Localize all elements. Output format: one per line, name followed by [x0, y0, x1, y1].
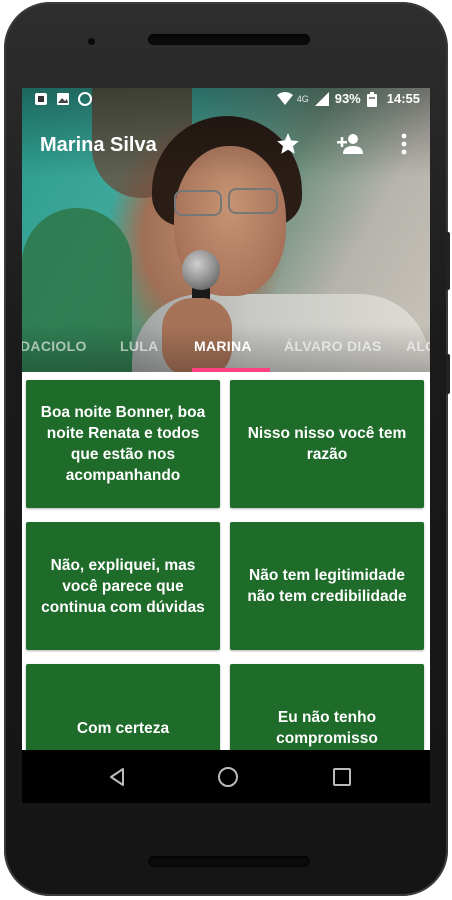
battery-icon: [366, 91, 381, 107]
earpiece-speaker: [148, 34, 310, 45]
tab-daciolo[interactable]: DACIOLO: [22, 338, 87, 354]
volume-button: [446, 232, 450, 290]
header-photo: 4G 93% 14:55 Marina Silva DACIOLO LULA M…: [22, 88, 430, 372]
candidate-tabs: DACIOLO LULA MARINA ÁLVARO DIAS ALC: [22, 338, 430, 362]
app-screen: 4G 93% 14:55 Marina Silva DACIOLO LULA M…: [22, 88, 430, 803]
favorite-button[interactable]: [272, 128, 304, 160]
recents-button[interactable]: [327, 762, 357, 792]
image-icon: [56, 92, 70, 106]
status-bar: 4G 93% 14:55: [22, 88, 430, 112]
page-title: Marina Silva: [40, 134, 157, 156]
toolbar: Marina Silva: [22, 128, 430, 164]
add-contact-button[interactable]: [334, 128, 366, 160]
home-button[interactable]: [213, 762, 243, 792]
glasses-right: [228, 188, 278, 214]
sound-card[interactable]: Não tem legitimidade não tem credibilida…: [230, 522, 424, 650]
tab-marina[interactable]: MARINA: [194, 338, 252, 354]
wifi-icon: [276, 91, 293, 106]
sound-card[interactable]: Nisso nisso você tem razão: [230, 380, 424, 508]
recents-icon: [333, 768, 351, 786]
network-type: 4G: [296, 93, 309, 104]
back-button[interactable]: [102, 762, 132, 792]
bottom-speaker: [148, 856, 310, 867]
tab-lula[interactable]: LULA: [120, 338, 159, 354]
front-camera: [88, 38, 95, 45]
sound-card[interactable]: Boa noite Bonner, boa noite Renata e tod…: [26, 380, 220, 508]
microphone: [182, 250, 220, 290]
star-icon: [277, 133, 299, 154]
overflow-menu-button[interactable]: [388, 128, 420, 160]
cell-signal-icon: [314, 91, 329, 106]
tab-alvaro-dias[interactable]: ÁLVARO DIAS: [284, 338, 382, 354]
battery-percent: 93%: [334, 91, 361, 106]
system-nav-bar: [22, 750, 430, 803]
glasses-left: [174, 190, 222, 216]
sound-card[interactable]: Não, expliquei, mas você parece que cont…: [26, 522, 220, 650]
sound-grid: Boa noite Bonner, boa noite Renata e tod…: [22, 372, 430, 803]
clock: 14:55: [386, 91, 420, 106]
tab-alckmin[interactable]: ALC: [406, 338, 430, 354]
power-button: [446, 354, 450, 394]
more-vert-icon: [401, 133, 407, 155]
back-icon: [110, 768, 124, 786]
circle-notification-icon: [78, 92, 92, 106]
add-person-icon: [337, 134, 363, 154]
home-icon: [218, 767, 238, 787]
screenshot-icon: [34, 92, 48, 106]
